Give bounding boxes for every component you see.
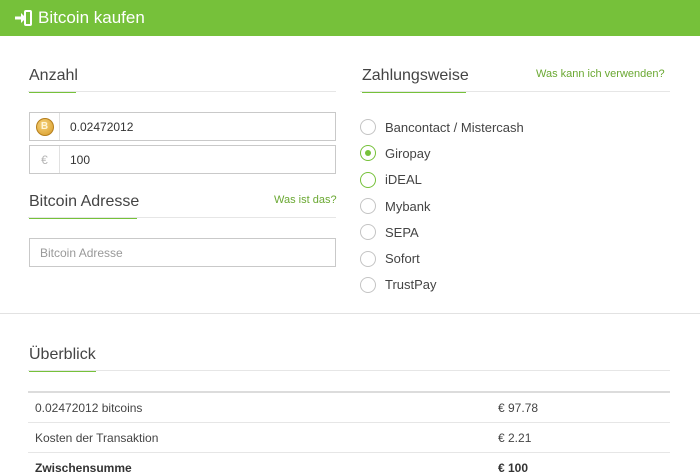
- amount-section-title: Anzahl: [29, 67, 78, 93]
- payment-option-bancontact[interactable]: Bancontact / Mistercash: [360, 114, 524, 140]
- bitcoin-address-input[interactable]: [30, 239, 335, 266]
- payment-option-trustpay[interactable]: TrustPay: [360, 272, 524, 298]
- radio-button[interactable]: [360, 276, 376, 293]
- bitcoin-address-field[interactable]: [29, 238, 336, 267]
- payment-option-sepa[interactable]: SEPA: [360, 219, 524, 245]
- radio-button[interactable]: [360, 171, 376, 188]
- row-value: € 100: [498, 461, 529, 475]
- payment-option-label: Giropay: [385, 145, 431, 161]
- payment-section-title: Zahlungsweise: [362, 67, 469, 93]
- header-bar: Bitcoin kaufen: [0, 0, 700, 36]
- overview-table: 0.02472012 bitcoins € 97.78 Kosten der T…: [28, 391, 670, 476]
- radio-button[interactable]: [360, 198, 376, 215]
- section-rule: [28, 370, 670, 371]
- payment-option-label: Mybank: [385, 198, 431, 214]
- overview-section-title: Überblick: [29, 346, 96, 372]
- radio-button-selected[interactable]: [360, 145, 376, 162]
- address-section-title: Bitcoin Adresse: [29, 193, 140, 219]
- payment-option-label: iDEAL: [385, 172, 422, 188]
- section-rule: [28, 91, 336, 92]
- row-value: € 97.78: [498, 400, 539, 415]
- payment-option-sofort[interactable]: Sofort: [360, 245, 524, 271]
- row-label: 0.02472012 bitcoins: [35, 400, 143, 415]
- payment-option-mybank[interactable]: Mybank: [360, 193, 524, 219]
- row-label: Zwischensumme: [35, 461, 132, 475]
- payment-option-ideal[interactable]: iDEAL: [360, 167, 524, 193]
- table-row: Kosten der Transaktion € 2.21: [28, 423, 670, 453]
- radio-button[interactable]: [360, 250, 376, 267]
- payment-option-label: Sofort: [385, 251, 420, 267]
- payment-title: Zahlungsweise: [362, 67, 469, 84]
- amount-title: Anzahl: [29, 67, 78, 84]
- section-divider: [0, 313, 700, 314]
- btc-amount-field[interactable]: B 0.02472012: [29, 112, 336, 141]
- what-can-i-use-link[interactable]: Was kann ich verwenden?: [536, 68, 665, 80]
- payment-option-label: TrustPay: [385, 277, 437, 293]
- payment-options: Bancontact / Mistercash Giropay iDEAL My…: [360, 114, 524, 298]
- what-is-this-link[interactable]: Was ist das?: [274, 194, 337, 206]
- section-rule: [28, 217, 336, 218]
- login-icon: [15, 10, 32, 26]
- section-rule: [360, 91, 670, 92]
- row-value: € 2.21: [498, 430, 532, 445]
- address-title: Bitcoin Adresse: [29, 193, 140, 210]
- subtotal-row: Zwischensumme € 100: [28, 453, 670, 476]
- btc-amount-value[interactable]: 0.02472012: [60, 120, 133, 134]
- payment-option-giropay[interactable]: Giropay: [360, 140, 524, 166]
- btc-coin-addon: B: [30, 113, 60, 140]
- eur-amount-value[interactable]: 100: [60, 153, 90, 167]
- eur-amount-field[interactable]: € 100: [29, 145, 336, 174]
- payment-option-label: SEPA: [385, 224, 419, 240]
- overview-title: Überblick: [29, 346, 96, 363]
- table-row: 0.02472012 bitcoins € 97.78: [28, 393, 670, 423]
- radio-button[interactable]: [360, 224, 376, 241]
- page-title: Bitcoin kaufen: [38, 8, 145, 27]
- radio-button[interactable]: [360, 119, 376, 136]
- payment-option-label: Bancontact / Mistercash: [385, 119, 524, 135]
- bitcoin-coin-icon: B: [35, 117, 54, 136]
- euro-icon: €: [30, 146, 60, 173]
- row-label: Kosten der Transaktion: [35, 430, 159, 445]
